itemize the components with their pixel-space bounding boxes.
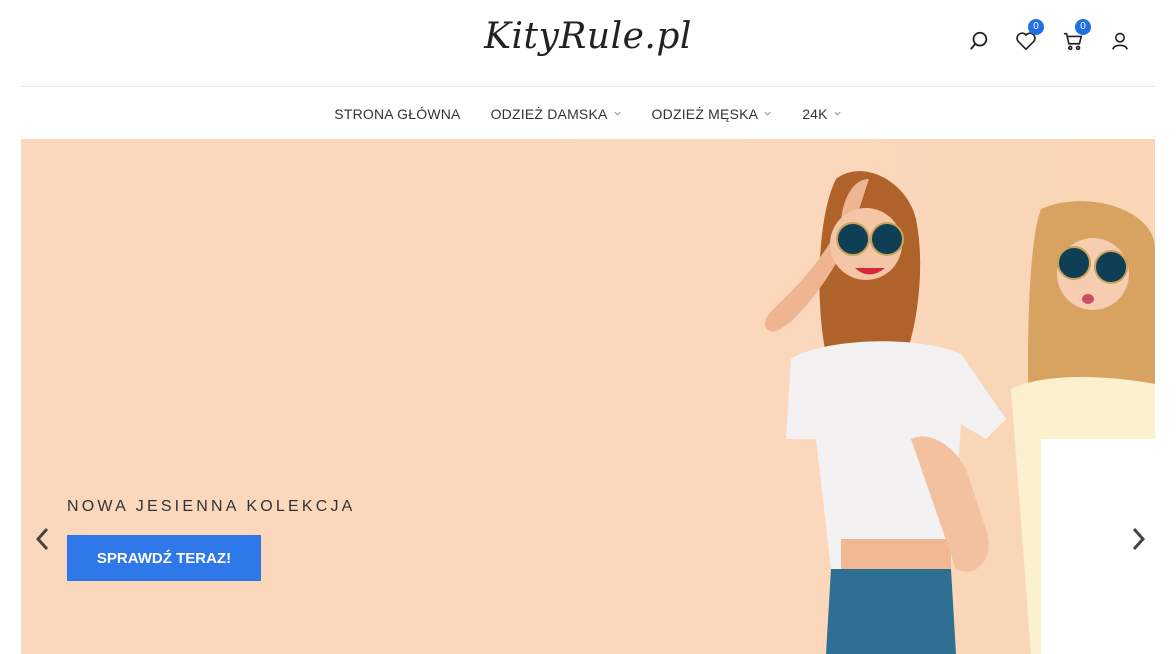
wishlist-count-badge: 0 [1028, 19, 1044, 35]
slider-next-button[interactable] [1127, 522, 1151, 556]
site-header: KityRule.pl 0 0 [21, 6, 1155, 87]
nav-item-label: STRONA GŁÓWNA [334, 105, 461, 122]
nav-item-mens-clothing[interactable]: ODZIEŻ MĘSKA [652, 106, 773, 122]
search-button[interactable] [966, 28, 992, 54]
hero-image [765, 171, 1155, 654]
cart-count-badge: 0 [1075, 19, 1091, 35]
wishlist-button[interactable]: 0 [1013, 19, 1044, 54]
nav-item-home[interactable]: STRONA GŁÓWNA [334, 106, 460, 122]
chevron-down-icon [613, 111, 621, 116]
page: KityRule.pl 0 0 STRONA GŁÓWNA ODZIEŻ DAM… [0, 0, 1176, 654]
hero-kicker: NOWA JESIENNA KOLEKCJA [67, 498, 356, 515]
slider-prev-button[interactable] [30, 522, 54, 556]
chevron-right-icon [1132, 527, 1146, 551]
nav-item-label: ODZIEŻ MĘSKA [651, 105, 759, 122]
nav-item-label: 24K [802, 105, 828, 122]
main-nav: STRONA GŁÓWNA ODZIEŻ DAMSKA ODZIEŻ MĘSKA… [21, 88, 1155, 139]
account-button[interactable] [1107, 28, 1133, 54]
search-icon [970, 31, 988, 50]
user-icon [1112, 32, 1128, 50]
nav-item-label: ODZIEŻ DAMSKA [490, 105, 608, 122]
chevron-down-icon [834, 111, 841, 116]
shop-now-button[interactable]: SPRAWDŹ TERAZ! [67, 535, 261, 581]
nav-item-womens-clothing[interactable]: ODZIEŻ DAMSKA [491, 106, 622, 122]
site-frame: KityRule.pl 0 0 STRONA GŁÓWNA ODZIEŻ DAM… [21, 6, 1155, 654]
chevron-down-icon [764, 111, 771, 116]
header-icons: 0 0 [966, 19, 1133, 54]
cart-button[interactable]: 0 [1060, 19, 1091, 54]
hero-slider: NOWA JESIENNA KOLEKCJA SPRAWDŹ TERAZ! [21, 139, 1155, 654]
chevron-left-icon [35, 527, 49, 551]
nav-item-24k[interactable]: 24K [802, 106, 842, 122]
